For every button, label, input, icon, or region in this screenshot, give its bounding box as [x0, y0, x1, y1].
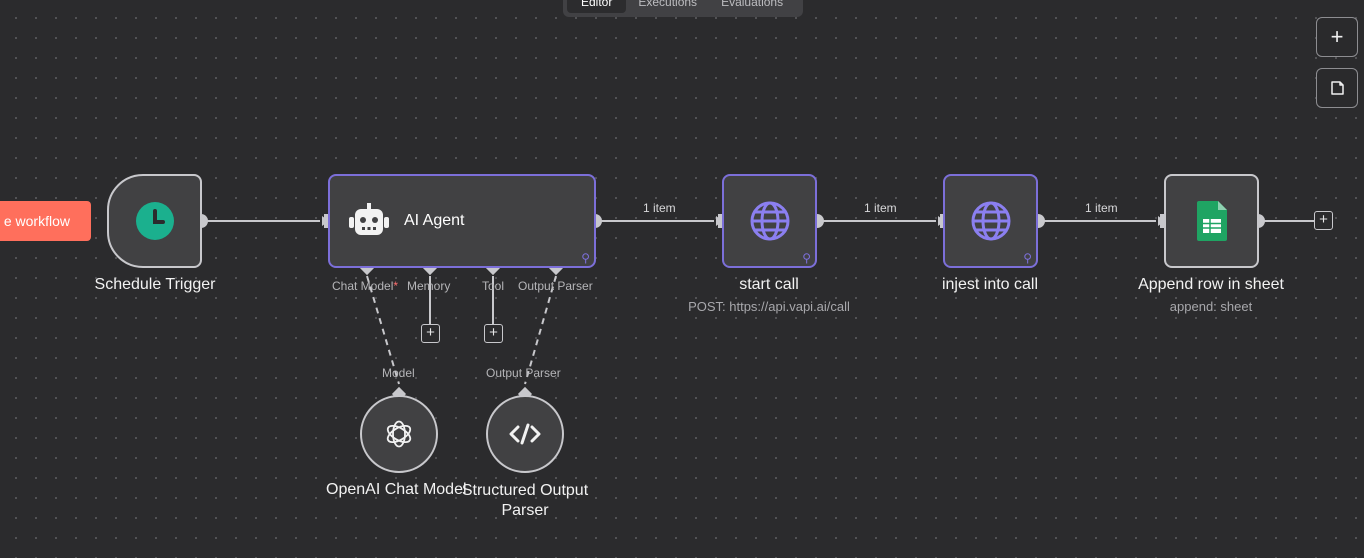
plus-icon: +: [489, 324, 498, 341]
start-call-node[interactable]: ⚲: [722, 174, 817, 268]
edge-label: 1 item: [643, 201, 676, 215]
output-parser-port-label: Output Parser: [486, 366, 561, 380]
start-call-label: start call: [739, 276, 799, 293]
tab-evaluations[interactable]: Evaluations: [709, 0, 795, 13]
schedule-trigger-label: Schedule Trigger: [94, 276, 216, 293]
port-memory: Memory: [407, 279, 451, 293]
port-chat-model: Chat Model*: [332, 279, 399, 293]
add-node-button[interactable]: +: [1316, 17, 1358, 57]
ai-agent-label: AI Agent: [404, 212, 465, 229]
add-memory-button[interactable]: +: [421, 324, 440, 343]
edge-label: 1 item: [1085, 201, 1118, 215]
plus-icon: +: [1330, 24, 1344, 49]
port-tool: Tool: [482, 279, 505, 293]
model-port-label: Model: [382, 366, 415, 380]
workflow-canvas[interactable]: Editor Executions Evaluations + e workfl…: [0, 0, 1364, 558]
plus-icon: +: [1319, 211, 1328, 228]
pin-icon: ⚲: [1023, 251, 1032, 265]
globe-icon: [971, 201, 1010, 241]
tab-editor[interactable]: Editor: [567, 0, 627, 13]
edge-label: 1 item: [864, 201, 897, 215]
injest-into-call-label: injest into call: [941, 276, 1039, 293]
code-icon: [509, 423, 541, 445]
execute-workflow-label: e workflow: [3, 213, 70, 229]
google-sheets-icon: [1196, 201, 1227, 241]
tab-executions[interactable]: Executions: [626, 0, 709, 13]
globe-icon: [750, 201, 789, 241]
port-output-parser: Output Parser: [518, 279, 593, 293]
structured-output-parser-label: Structured Output Parser: [461, 482, 589, 519]
injest-into-call-node[interactable]: ⚲: [943, 174, 1038, 268]
schedule-trigger-node[interactable]: [107, 174, 202, 268]
append-row-node[interactable]: [1164, 174, 1259, 268]
execute-workflow-button[interactable]: e workflow: [0, 201, 91, 241]
pin-icon: ⚲: [802, 251, 811, 265]
append-row-subtitle: append: sheet: [1169, 299, 1253, 314]
start-call-subtitle: POST: https://api.vapi.ai/call: [688, 299, 850, 314]
view-tabs: Editor Executions Evaluations: [563, 0, 803, 17]
openai-chat-model-node[interactable]: [360, 395, 438, 473]
plus-icon: +: [426, 324, 435, 341]
sticky-note-icon: [1331, 81, 1344, 95]
add-tool-button[interactable]: +: [484, 324, 503, 343]
clock-icon: [135, 202, 174, 240]
robot-icon: [349, 203, 389, 235]
ai-agent-node[interactable]: AI Agent ⚲: [328, 174, 596, 268]
add-next-node-button[interactable]: +: [1314, 211, 1333, 230]
structured-output-parser-node[interactable]: [486, 395, 564, 473]
append-row-label: Append row in sheet: [1138, 276, 1284, 293]
openai-icon: [386, 420, 412, 448]
add-sticky-button[interactable]: [1316, 68, 1358, 108]
pin-icon: ⚲: [581, 251, 590, 265]
